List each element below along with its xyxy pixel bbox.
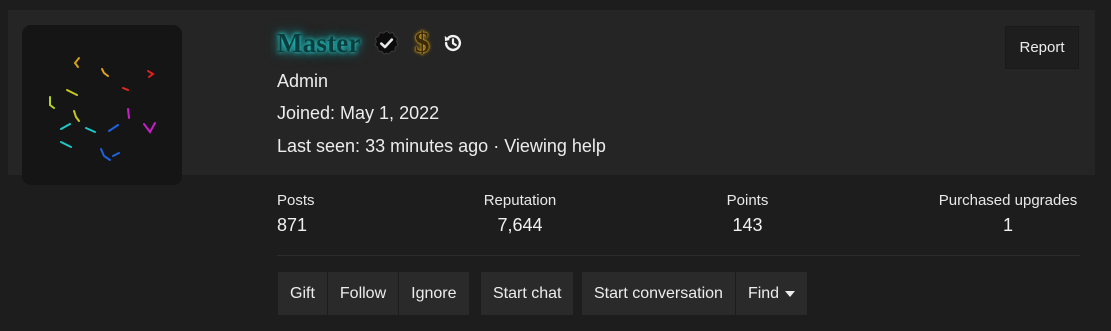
username[interactable]: Master [277, 28, 361, 59]
button-group-conversation: Start conversation Find [582, 272, 808, 315]
stat-points-label: Points [726, 192, 769, 209]
stat-points[interactable]: Points 143 [710, 192, 785, 236]
current-activity[interactable]: Viewing help [504, 136, 606, 156]
start-chat-button[interactable]: Start chat [481, 272, 573, 315]
button-group-relations: Gift Follow Ignore [278, 272, 469, 315]
last-seen-time: 33 minutes ago [365, 136, 489, 156]
stat-posts-label: Posts [277, 192, 315, 209]
stat-points-value[interactable]: 143 [710, 215, 785, 236]
stat-posts[interactable]: Posts 871 [277, 192, 315, 236]
follow-button[interactable]: Follow [328, 272, 400, 315]
stat-upgrades-label: Purchased upgrades [938, 192, 1078, 209]
stat-purchased-upgrades[interactable]: Purchased upgrades 1 [930, 192, 1086, 236]
find-button[interactable]: Find [736, 272, 807, 315]
find-button-label: Find [747, 284, 780, 302]
last-seen-label: Last seen: [277, 136, 361, 156]
start-conversation-button[interactable]: Start conversation [582, 272, 736, 315]
gift-button[interactable]: Gift [278, 272, 328, 315]
avatar[interactable] [22, 25, 182, 185]
stat-reputation-value[interactable]: 7,644 [469, 215, 571, 236]
caret-down-icon [785, 291, 796, 297]
verified-badge-icon [373, 29, 400, 57]
avatar-image [49, 57, 156, 161]
button-group-chat: Start chat [481, 272, 574, 315]
stat-posts-value[interactable]: 871 [277, 215, 315, 236]
user-role: Admin [277, 71, 329, 91]
last-seen: Last seen: 33 minutes ago · Viewing help [277, 136, 606, 157]
history-icon[interactable] [442, 32, 464, 54]
ignore-button[interactable]: Ignore [399, 272, 468, 315]
dollar-icon: $ [414, 26, 430, 59]
stat-reputation-label: Reputation [483, 192, 557, 209]
divider [277, 255, 1080, 256]
stat-upgrades-value[interactable]: 1 [930, 215, 1086, 236]
username-row: Master $ [277, 22, 464, 64]
report-button[interactable]: Report [1005, 26, 1079, 69]
separator: · [493, 136, 500, 156]
joined-date: Joined: May 1, 2022 [277, 103, 440, 123]
stat-reputation[interactable]: Reputation 7,644 [469, 192, 571, 236]
